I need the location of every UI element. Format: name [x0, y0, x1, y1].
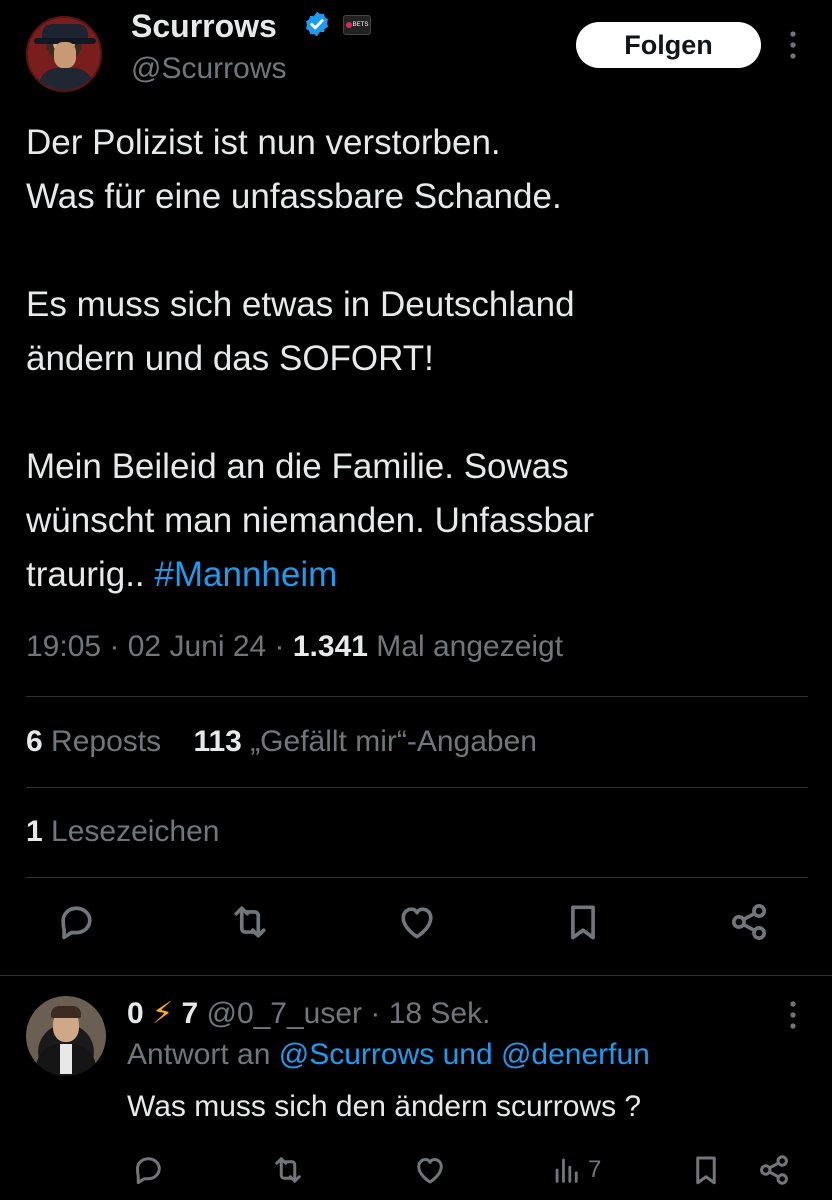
reply-name-part1: 0 [127, 997, 144, 1030]
bookmarks-count: 1 [26, 815, 43, 848]
tweet-body: Der Polizist ist nun verstorben. Was für… [26, 116, 806, 602]
author-handle[interactable]: @Scurrows [131, 52, 286, 86]
reply-views-count: 7 [588, 1156, 602, 1183]
tweet-time[interactable]: 19:05 [26, 630, 101, 663]
views-label: Mal angezeigt [376, 630, 564, 663]
tweet-header: Scurrows BETS @Scurrows Folgen [0, 0, 832, 100]
divider [26, 787, 808, 788]
reposts-stat[interactable]: 6 Reposts [26, 725, 161, 758]
reply-author-name[interactable]: 0 ⚡ 7 [127, 997, 198, 1030]
reply-icon[interactable] [54, 900, 98, 944]
likes-stat[interactable]: 113 „Gefällt mir“-Angaben [193, 725, 537, 758]
follow-button[interactable]: Folgen [576, 22, 761, 68]
tweet-date[interactable]: 02 Juni 24 [128, 630, 266, 663]
heart-icon[interactable] [412, 1150, 448, 1190]
reply-author-avatar[interactable] [26, 996, 106, 1076]
views-button[interactable]: 7 [550, 1150, 601, 1190]
avatar-shirt [60, 1044, 72, 1074]
bookmark-icon[interactable] [561, 900, 605, 944]
meta-separator: · [370, 997, 389, 1030]
share-icon[interactable] [756, 1150, 792, 1190]
avatar-suit [38, 68, 94, 90]
replying-to-prefix: Antwort an [127, 1038, 271, 1071]
hashtag-link[interactable]: #Mannheim [154, 555, 337, 594]
more-vertical-icon[interactable] [787, 1000, 799, 1030]
share-icon[interactable] [727, 900, 771, 944]
verified-badge-icon [305, 11, 329, 37]
reply-name-part2: 7 [181, 997, 199, 1030]
views-count: 1.341 [292, 630, 368, 663]
heart-icon[interactable] [395, 900, 439, 944]
bookmark-icon[interactable] [688, 1150, 724, 1190]
divider [26, 696, 808, 697]
badge-dot [345, 22, 352, 28]
avatar-face [54, 42, 76, 68]
likes-label: „Gefällt mir“-Angaben [250, 725, 537, 758]
reply-body: Was muss sich den ändern scurrows ? [127, 1090, 642, 1123]
reposts-label: Reposts [51, 725, 162, 758]
tweet-body-text: Der Polizist ist nun verstorben. Was für… [26, 123, 595, 594]
author-avatar[interactable] [26, 16, 102, 92]
tweet-meta: 19:05 · 02 Juni 24 · 1.341 Mal angezeigt [26, 630, 563, 664]
analytics-icon [555, 1158, 578, 1183]
affiliate-badge[interactable]: BETS [343, 15, 371, 35]
engagement-stats: 6 Reposts 113 „Gefällt mir“-Angaben [26, 725, 537, 759]
divider [26, 877, 808, 878]
reply-header: 0 ⚡ 7 @0_7_user · 18 Sek. [127, 996, 490, 1031]
badge-text: BETS [352, 22, 369, 28]
repost-icon[interactable] [270, 1150, 306, 1190]
bookmarks-stat[interactable]: 1 Lesezeichen [26, 815, 220, 849]
meta-separator: · [109, 630, 128, 663]
reply-action-bar: 7 [0, 1150, 832, 1194]
reply-time[interactable]: 18 Sek. [389, 997, 491, 1030]
more-vertical-icon[interactable] [787, 30, 799, 60]
reply-tweet[interactable]: 0 ⚡ 7 @0_7_user · 18 Sek. Antwort an @Sc… [0, 976, 832, 1200]
reply-icon[interactable] [130, 1150, 166, 1190]
avatar-hair [51, 1006, 81, 1018]
replying-to-mentions[interactable]: @Scurrows und @denerfun [279, 1038, 650, 1071]
replying-to: Antwort an @Scurrows und @denerfun [127, 1038, 650, 1072]
reply-author-handle[interactable]: @0_7_user [206, 997, 362, 1030]
tweet-action-bar [0, 900, 832, 960]
reposts-count: 6 [26, 725, 43, 758]
bookmarks-label: Lesezeichen [51, 815, 220, 848]
repost-icon[interactable] [228, 900, 272, 944]
author-display-name[interactable]: Scurrows [131, 8, 277, 45]
lightning-icon: ⚡ [152, 997, 174, 1030]
likes-count: 113 [193, 725, 242, 758]
meta-separator: · [274, 630, 293, 663]
